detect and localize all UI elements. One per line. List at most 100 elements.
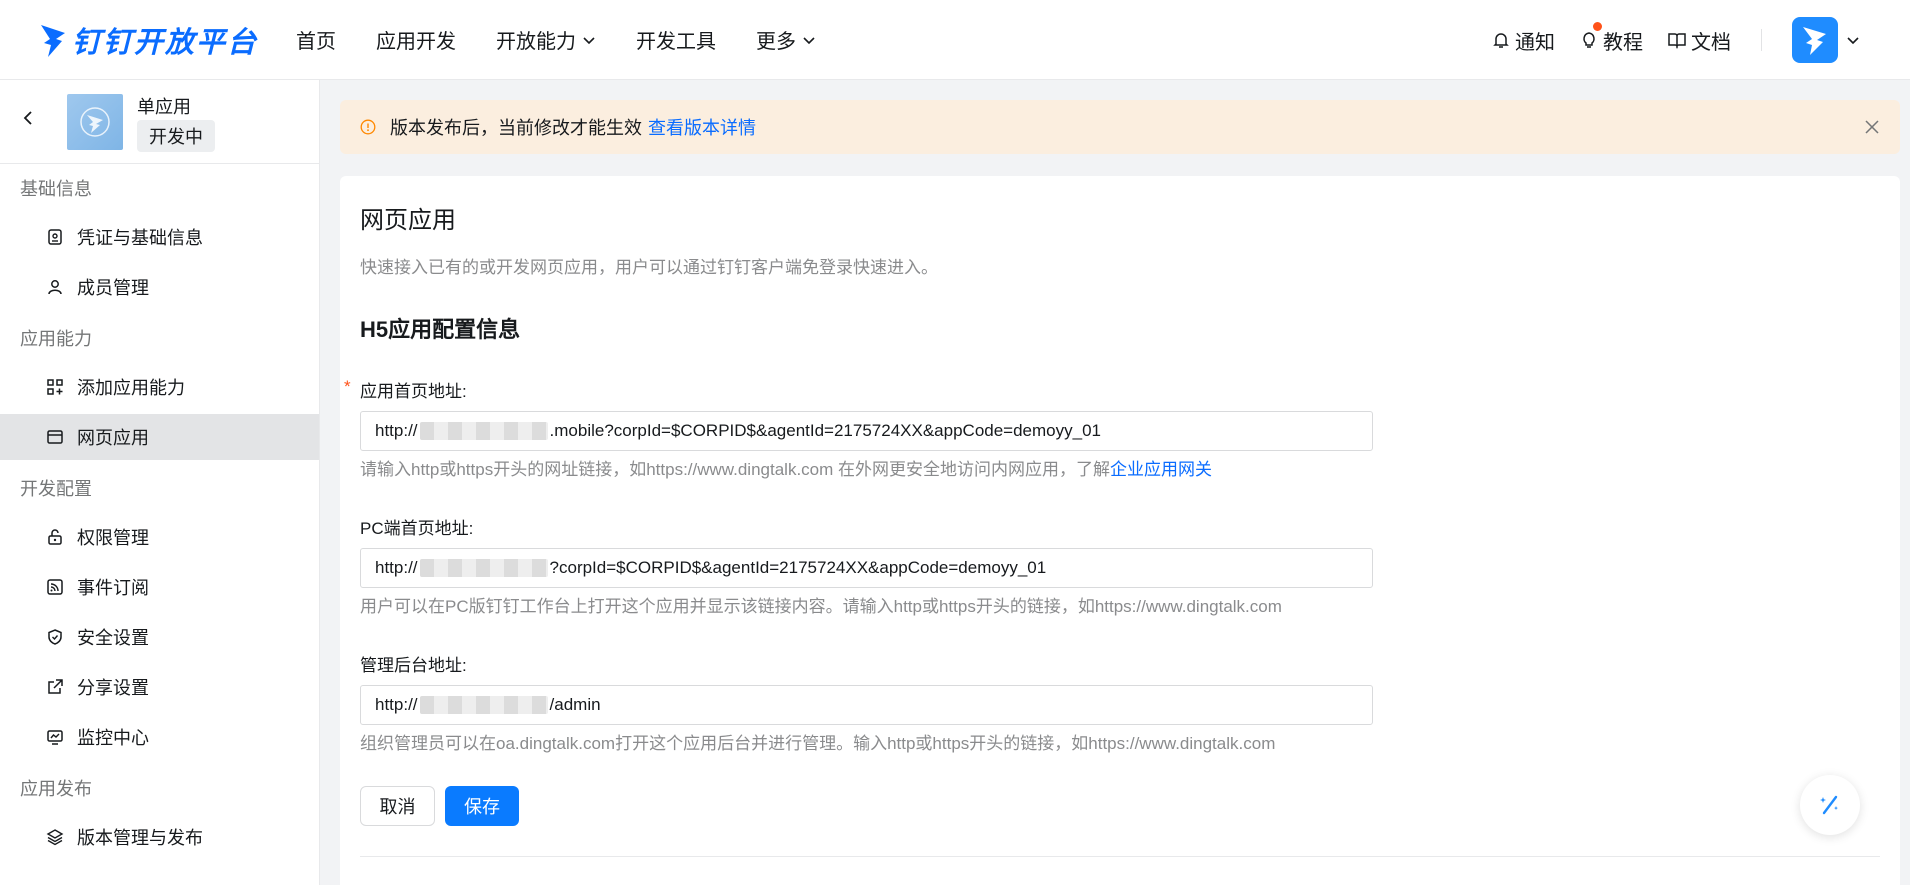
nav-home[interactable]: 首页 <box>296 25 336 54</box>
rss-icon <box>47 579 63 595</box>
sidebar-item-label: 分享设置 <box>77 678 149 698</box>
nav-dev-tools[interactable]: 开发工具 <box>636 25 716 54</box>
credential-icon <box>48 229 62 245</box>
lock-icon <box>48 529 62 545</box>
docs-button[interactable]: 文档 <box>1667 26 1731 55</box>
admin-url-help: 组织管理员可以在oa.dingtalk.com打开这个应用后台并进行管理。输入h… <box>360 734 1276 753</box>
close-icon[interactable] <box>1864 119 1880 135</box>
webpage-icon <box>47 430 63 444</box>
user-avatar[interactable] <box>1792 17 1838 63</box>
home-url-help: 请输入http或https开头的网址链接，如https://www.dingta… <box>360 455 1212 480</box>
shield-icon <box>48 629 62 645</box>
add-apps-icon <box>47 379 63 395</box>
sidebar-item-credentials[interactable]: 凭证与基础信息 <box>0 214 319 260</box>
webpage-app-panel: 网页应用 快速接入已有的或开发网页应用，用户可以通过钉钉客户端免登录快速进入。 … <box>340 176 1900 885</box>
sidebar-item-label: 监控中心 <box>77 728 149 748</box>
sidebar-item-add-capability[interactable]: 添加应用能力 <box>0 364 319 410</box>
notice-banner: 版本发布后，当前修改才能生效 查看版本详情 <box>340 100 1900 154</box>
dingtalk-avatar-icon <box>1803 27 1826 55</box>
notice-text: 版本发布后，当前修改才能生效 <box>390 118 642 138</box>
nav-open-capabilities[interactable]: 开放能力 <box>496 25 596 54</box>
nav-open-capabilities-label: 开放能力 <box>496 31 577 53</box>
home-url-suffix: .mobile?corpId=$CORPID$&agentId=2175724X… <box>549 421 1101 440</box>
app-name: 单应用 <box>137 97 191 117</box>
layers-icon <box>46 829 64 846</box>
sidebar-item-share[interactable]: 分享设置 <box>0 664 319 710</box>
app-logo-icon <box>80 107 110 137</box>
admin-url-input[interactable]: http:// /admin <box>360 685 1373 725</box>
pc-url-suffix: ?corpId=$CORPID$&agentId=2175724XX&appCo… <box>549 558 1047 577</box>
pc-url-prefix: http:// <box>375 558 418 577</box>
section-title: H5应用配置信息 <box>360 317 521 342</box>
sidebar-item-permissions[interactable]: 权限管理 <box>0 514 319 560</box>
sidebar-item-label: 网页应用 <box>77 428 149 448</box>
info-icon <box>360 119 376 135</box>
book-icon <box>1668 33 1686 49</box>
notify-button[interactable]: 通知 <box>1491 26 1555 55</box>
nav-dev-tools-label: 开发工具 <box>636 31 717 53</box>
sidebar-item-security[interactable]: 安全设置 <box>0 614 319 660</box>
docs-label: 文档 <box>1691 31 1731 54</box>
save-button[interactable]: 保存 <box>445 786 519 826</box>
chevron-down-icon[interactable] <box>1846 33 1860 47</box>
sidebar-group-title: 基础信息 <box>20 179 92 199</box>
nav-more[interactable]: 更多 <box>756 25 816 54</box>
tutorial-button[interactable]: 教程 <box>1579 21 1643 55</box>
home-url-help-text: 请输入http或https开头的网址链接，如https://www.dingta… <box>360 460 1111 479</box>
logo[interactable]: 钉钉开放平台 <box>38 0 258 80</box>
home-url-input[interactable]: http:// .mobile?corpId=$CORPID$&agentId=2… <box>360 411 1373 451</box>
header-divider <box>1761 29 1762 51</box>
notify-label: 通知 <box>1515 31 1555 54</box>
monitor-icon <box>47 730 63 745</box>
cancel-button[interactable]: 取消 <box>360 786 435 826</box>
view-version-details-link[interactable]: 查看版本详情 <box>648 114 756 140</box>
nav-app-dev-label: 应用开发 <box>376 31 457 53</box>
admin-url-prefix: http:// <box>375 695 418 714</box>
pc-url-label: PC端首页地址: <box>360 519 474 538</box>
app-card: 单应用 开发中 <box>0 80 319 164</box>
required-asterisk: * <box>344 377 351 396</box>
chevron-down-icon <box>803 36 815 44</box>
sidebar-item-label: 权限管理 <box>77 528 149 548</box>
redacted-text <box>419 696 548 714</box>
status-badge: 开发中 <box>137 120 215 152</box>
magic-wand-icon <box>1820 795 1838 815</box>
nav-home-label: 首页 <box>296 31 337 53</box>
sidebar-item-monitor[interactable]: 监控中心 <box>0 714 319 760</box>
pc-url-help: 用户可以在PC版钉钉工作台上打开这个应用并显示该链接内容。请输入http或htt… <box>360 597 1282 616</box>
sidebar-item-versions[interactable]: 版本管理与发布 <box>0 814 319 860</box>
sidebar: 单应用 开发中 基础信息 凭证与基础信息 成员管理 应用能力 添加应用能力 网页… <box>0 80 320 885</box>
sidebar-item-label: 安全设置 <box>77 628 149 648</box>
pc-url-input[interactable]: http:// ?corpId=$CORPID$&agentId=2175724X… <box>360 548 1373 588</box>
sidebar-item-label: 凭证与基础信息 <box>77 228 203 248</box>
sidebar-group-title: 应用发布 <box>20 779 92 799</box>
nav-app-dev[interactable]: 应用开发 <box>376 25 456 54</box>
sidebar-item-label: 事件订阅 <box>77 578 149 598</box>
lightbulb-icon <box>1583 32 1595 48</box>
sidebar-item-label: 版本管理与发布 <box>77 828 203 848</box>
tutorial-label: 教程 <box>1603 31 1643 54</box>
top-header: 钉钉开放平台 首页 应用开发 开放能力 开发工具 更多 通知 教程 文档 <box>0 0 1910 80</box>
admin-url-suffix: /admin <box>549 695 601 714</box>
sidebar-item-webpage-app[interactable]: 网页应用 <box>0 414 319 460</box>
sidebar-item-label: 添加应用能力 <box>77 378 185 398</box>
redacted-text <box>419 559 548 577</box>
bell-icon <box>1493 33 1509 48</box>
sidebar-group-title: 应用能力 <box>20 329 92 349</box>
home-url-prefix: http:// <box>375 421 418 440</box>
ai-assistant-button[interactable] <box>1800 775 1860 835</box>
app-thumbnail <box>67 94 123 150</box>
sidebar-item-events[interactable]: 事件订阅 <box>0 564 319 610</box>
redacted-text <box>419 422 548 440</box>
enterprise-gateway-link[interactable]: 企业应用网关 <box>1110 460 1212 479</box>
back-arrow-icon[interactable] <box>20 110 36 126</box>
sidebar-item-members[interactable]: 成员管理 <box>0 264 319 310</box>
sidebar-group-title: 开发配置 <box>20 479 92 499</box>
page-title: 网页应用 <box>360 207 456 234</box>
chevron-down-icon <box>583 36 595 44</box>
user-icon <box>48 280 62 295</box>
nav-more-label: 更多 <box>756 31 797 53</box>
share-icon <box>48 679 63 694</box>
dingtalk-logo-icon <box>41 24 65 57</box>
notification-dot <box>1593 21 1602 31</box>
